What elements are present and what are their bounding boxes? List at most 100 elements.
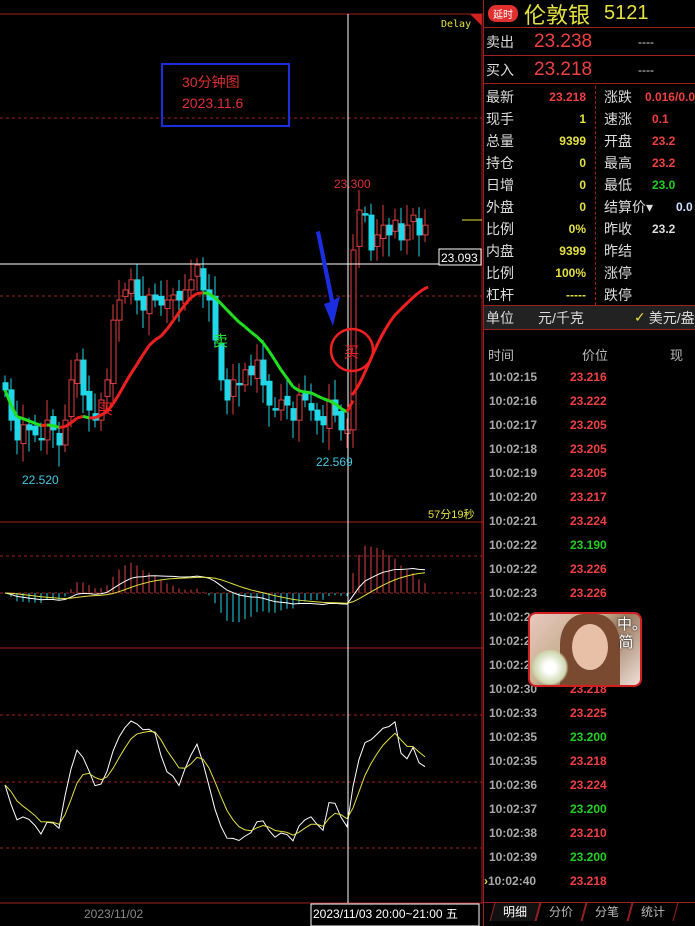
candle-body: [176, 290, 183, 301]
candle-body: [104, 379, 111, 397]
tick-row[interactable]: 10:02:16 23.222: [484, 389, 695, 413]
stat-value: 0.016/0.0: [644, 90, 695, 104]
stat-row: 比例 100%: [484, 262, 595, 284]
tick-price: 23.224: [570, 514, 607, 528]
tick-row[interactable]: 10:02:23 23.226: [484, 581, 695, 605]
stat-label: 速涨: [604, 111, 632, 127]
stat-label[interactable]: 结算价▾: [604, 197, 668, 217]
kline-chart[interactable]: 30分钟图 2023.11.6 Delay 23.300 22.520 22.5…: [0, 0, 483, 926]
candle-body: [200, 268, 207, 291]
candle-body: [308, 403, 315, 411]
candle-body: [272, 408, 279, 411]
tick-time: 10:02:15: [489, 370, 538, 384]
unit-option-usd[interactable]: 美元/盎: [649, 308, 695, 328]
tick-row[interactable]: 10:02:35 23.218: [484, 749, 695, 773]
cursor-date-label: 2023/11/03 20:00~21:00 五: [313, 907, 458, 921]
moving-average-segment: [82, 414, 90, 420]
candle-body: [14, 416, 21, 441]
stat-row: 外盘 0: [484, 196, 595, 218]
tick-time: 10:02:18: [489, 442, 538, 456]
unit-option-cny[interactable]: 元/千克: [538, 308, 634, 328]
detail-tabs: 明细 分价 分笔 统计: [484, 902, 695, 926]
moving-average-segment: [58, 425, 66, 429]
delay-badge: 延时: [488, 5, 518, 22]
moving-average-segment: [244, 325, 252, 334]
candle-body: [248, 365, 255, 376]
symbol-code: 5121: [604, 2, 649, 24]
tick-row[interactable]: 10:02:35 23.200: [484, 725, 695, 749]
tick-row[interactable]: 10:02:22 23.226: [484, 557, 695, 581]
ask-label: 卖出: [486, 33, 514, 50]
tick-row[interactable]: 10:02:17 23.205: [484, 413, 695, 437]
moving-average-segment: [273, 359, 283, 371]
tick-row[interactable]: 10:02:18 23.205: [484, 437, 695, 461]
stat-value: 0: [579, 200, 586, 214]
candle-body: [320, 416, 327, 426]
candle-body: [194, 264, 201, 277]
moving-average-segment: [16, 415, 24, 421]
tick-row[interactable]: 10:02:19 23.205: [484, 461, 695, 485]
candle-body: [224, 379, 231, 401]
moving-average-segment: [304, 390, 312, 395]
symbol-header: 延时 伦敦银 5121: [484, 0, 695, 29]
candle-body: [128, 279, 135, 295]
tick-row[interactable]: 10:02:20 23.217: [484, 485, 695, 509]
stat-value: 23.2: [652, 156, 676, 170]
tab-2[interactable]: 分笔: [581, 903, 633, 921]
tick-row[interactable]: 10:02:21 23.224: [484, 509, 695, 533]
tab-0[interactable]: 明细: [489, 903, 541, 921]
tick-time: 10:02:17: [489, 418, 538, 432]
stat-value: 0: [579, 156, 586, 170]
tick-row[interactable]: 10:02:33 23.225: [484, 701, 695, 725]
moving-average-segment: [46, 423, 54, 427]
stat-label: 跌停: [604, 287, 632, 303]
stat-row: 现手 1: [484, 108, 595, 130]
avatar-popup[interactable]: 中。简: [528, 612, 642, 687]
candle-body: [260, 359, 267, 386]
tick-time: 10:02:36: [489, 778, 538, 792]
candle-body: [74, 359, 81, 384]
tick-row[interactable]: 10:02:39 23.200: [484, 845, 695, 869]
col-price: 价位: [582, 348, 609, 363]
low-price-label: 22.569: [316, 455, 353, 469]
unit-label: 单位: [486, 309, 514, 326]
tick-row[interactable]: 10:02:22 23.190: [484, 533, 695, 557]
col-time: 时间: [488, 348, 515, 363]
candle-body: [398, 223, 405, 241]
bid-volume: ----: [638, 62, 654, 77]
stat-label: 总量: [486, 133, 514, 149]
tick-price: 23.205: [570, 442, 607, 456]
tick-time: 10:02:38: [489, 826, 538, 840]
bid-row: 买入 23.218 ----: [484, 56, 695, 84]
tick-row[interactable]: 10:02:37 23.200: [484, 797, 695, 821]
moving-average-segment: [177, 303, 187, 314]
tab-1[interactable]: 分价: [535, 903, 587, 921]
tick-row[interactable]: ›10:02:40 23.218: [484, 869, 695, 893]
stat-label: 日增: [486, 177, 514, 193]
stat-label: 现手: [486, 111, 514, 127]
stat-value: -----: [566, 288, 586, 302]
tick-row[interactable]: 10:02:36 23.224: [484, 773, 695, 797]
stat-row: 昨收 23.2: [604, 218, 695, 240]
tick-price: 23.226: [570, 562, 607, 576]
moving-average-segment: [76, 414, 84, 420]
moving-average-segment: [135, 353, 145, 366]
moving-average-segment: [22, 417, 30, 423]
tab-3[interactable]: 统计: [627, 903, 679, 921]
stat-label: 最高: [604, 155, 632, 171]
candle-body: [326, 399, 333, 429]
tick-price: 23.218: [570, 754, 607, 768]
candle-body: [380, 224, 387, 239]
stat-row: 速涨 0.1: [604, 108, 695, 130]
candle-body: [20, 424, 27, 445]
tick-price: 23.200: [570, 850, 607, 864]
stat-row: 涨跌 0.016/0.0: [604, 86, 695, 108]
tick-row[interactable]: 10:02:38 23.210: [484, 821, 695, 845]
stat-value: 0.1: [652, 112, 669, 126]
candle-body: [386, 224, 393, 236]
stat-label: 最低: [604, 177, 632, 193]
candle-body: [338, 411, 345, 431]
stat-label: 昨收: [604, 221, 632, 237]
stat-label: 涨停: [604, 265, 632, 281]
tick-row[interactable]: 10:02:15 23.216: [484, 365, 695, 389]
